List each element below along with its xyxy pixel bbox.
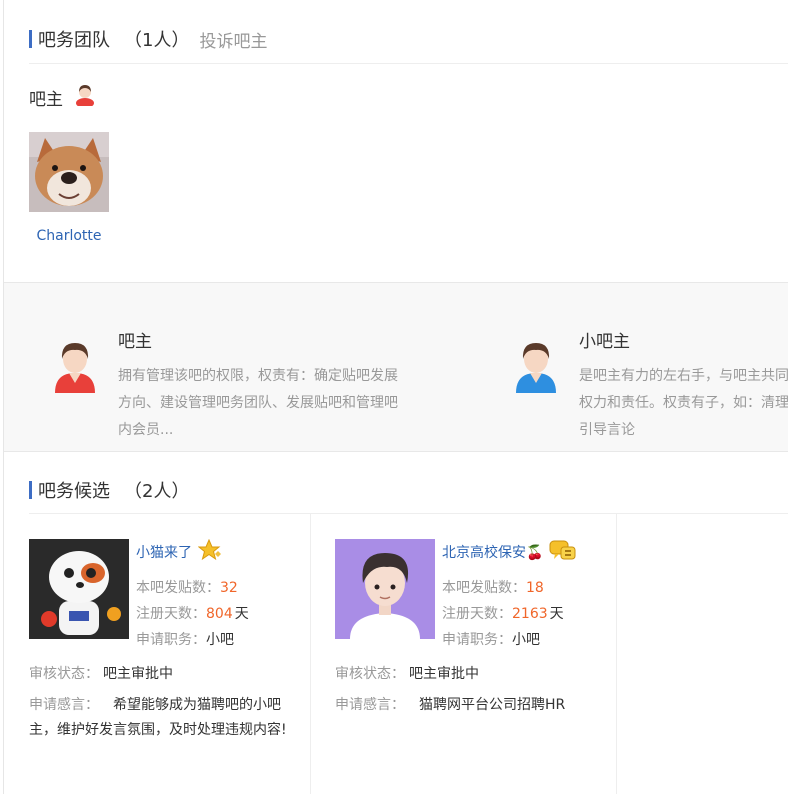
review-status-value: 吧主审批中: [103, 666, 173, 682]
reg-days-line: 注册天数：2163 天: [442, 603, 564, 623]
owner-role-icon: [53, 339, 97, 393]
candidates-title: 吧务候选: [38, 481, 110, 502]
role-intro-panel: 吧主 拥有管理该吧的权限，权责有：确定贴吧发展方向、建设管理吧务团队、发展贴吧和…: [4, 282, 788, 452]
candidates-count: （2人）: [124, 481, 190, 502]
review-status-line: 审核状态： 吧主审批中: [335, 663, 479, 683]
application-message: 申请感言： 猫聘网平台公司招聘HR: [335, 693, 600, 718]
owner-role-heading: 吧主: [29, 84, 95, 111]
complain-owner-link[interactable]: 投诉吧主: [199, 27, 267, 52]
candidate-card: 小猫来了 本吧发贴数：32 注册天数：804 天 申请职务：小吧 审核状态： 吧主审…: [4, 513, 311, 794]
team-section-title: 吧务团队 （1人） 投诉吧主: [29, 26, 267, 52]
post-count-line: 本吧发贴数：32: [136, 577, 238, 597]
post-count-label: 本吧发贴数：: [136, 580, 220, 596]
reg-days-label: 注册天数：: [442, 606, 512, 622]
candidate-avatar[interactable]: [335, 539, 435, 639]
position-label: 申请职务：: [442, 632, 512, 648]
reg-days-unit: 天: [549, 606, 564, 622]
position-line: 申请职务：小吧: [442, 629, 540, 649]
candidate-name-link[interactable]: 小猫来了: [136, 542, 192, 562]
candidate-card: 北京高校保安🍒 本吧发贴数：18 注册天数：2163 天 申请职务：小吧 审核状…: [310, 513, 617, 794]
divider: [29, 63, 788, 64]
candidate-avatar[interactable]: [29, 539, 129, 639]
title-accent-bar: [29, 481, 32, 499]
owner-name-link[interactable]: Charlotte: [29, 228, 109, 244]
team-count: （1人）: [124, 30, 190, 51]
position-value: 小吧: [512, 632, 540, 648]
application-message: 申请感言： 希望能够成为猫聘吧的小吧主，维护好发言氛围，及时处理违规内容!: [29, 693, 294, 743]
candidate-name[interactable]: 北京高校保安🍒: [442, 539, 577, 565]
team-title: 吧务团队: [38, 30, 110, 51]
review-status-label: 审核状态：: [335, 666, 405, 682]
application-message-text: 猫聘网平台公司招聘HR: [419, 697, 566, 713]
intro-owner-desc: 拥有管理该吧的权限，权责有：确定贴吧发展方向、建设管理吧务团队、发展贴吧和管理吧…: [118, 368, 398, 438]
candidate-list: 小猫来了 本吧发贴数：32 注册天数：804 天 申请职务：小吧 审核状态： 吧主审…: [4, 513, 788, 794]
candidate-name-link[interactable]: 北京高校保安🍒: [442, 542, 543, 562]
position-label: 申请职务：: [136, 632, 206, 648]
application-message-label: 申请感言：: [335, 697, 405, 713]
owner-avatar[interactable]: [29, 132, 109, 212]
reg-days-line: 注册天数：804 天: [136, 603, 249, 623]
reg-days-unit: 天: [234, 606, 249, 622]
application-message-label: 申请感言：: [29, 697, 99, 713]
candidates-section-title: 吧务候选 （2人）: [29, 477, 189, 503]
reg-days-label: 注册天数：: [136, 606, 206, 622]
page-frame: 吧务团队 （1人） 投诉吧主 吧主 Charlotte 吧主 拥有管理该吧的权限…: [3, 0, 788, 794]
position-value: 小吧: [206, 632, 234, 648]
chat-badge-icon: [549, 539, 577, 565]
post-count-value: 32: [220, 580, 238, 596]
post-count-value: 18: [526, 580, 544, 596]
title-accent-bar: [29, 30, 32, 48]
review-status-line: 审核状态： 吧主审批中: [29, 663, 173, 683]
intro-deputy-desc: 是吧主有力的左右手，与吧主共同管理贴吧的权力和责任。权责有子，如：清理不良信息，…: [579, 368, 788, 438]
intro-deputy-title: 小吧主: [579, 332, 630, 352]
owner-role-label: 吧主: [29, 90, 63, 110]
star-badge-icon: [197, 538, 224, 565]
review-status-value: 吧主审批中: [409, 666, 479, 682]
post-count-line: 本吧发贴数：18: [442, 577, 544, 597]
candidate-name[interactable]: 小猫来了: [136, 538, 224, 565]
post-count-label: 本吧发贴数：: [442, 580, 526, 596]
reg-days-value: 804: [206, 606, 233, 622]
review-status-label: 审核状态：: [29, 666, 99, 682]
reg-days-value: 2163: [512, 606, 548, 622]
position-line: 申请职务：小吧: [136, 629, 234, 649]
intro-owner-title: 吧主: [118, 332, 152, 352]
owner-person-icon: [75, 84, 95, 111]
deputy-role-icon: [514, 339, 558, 393]
